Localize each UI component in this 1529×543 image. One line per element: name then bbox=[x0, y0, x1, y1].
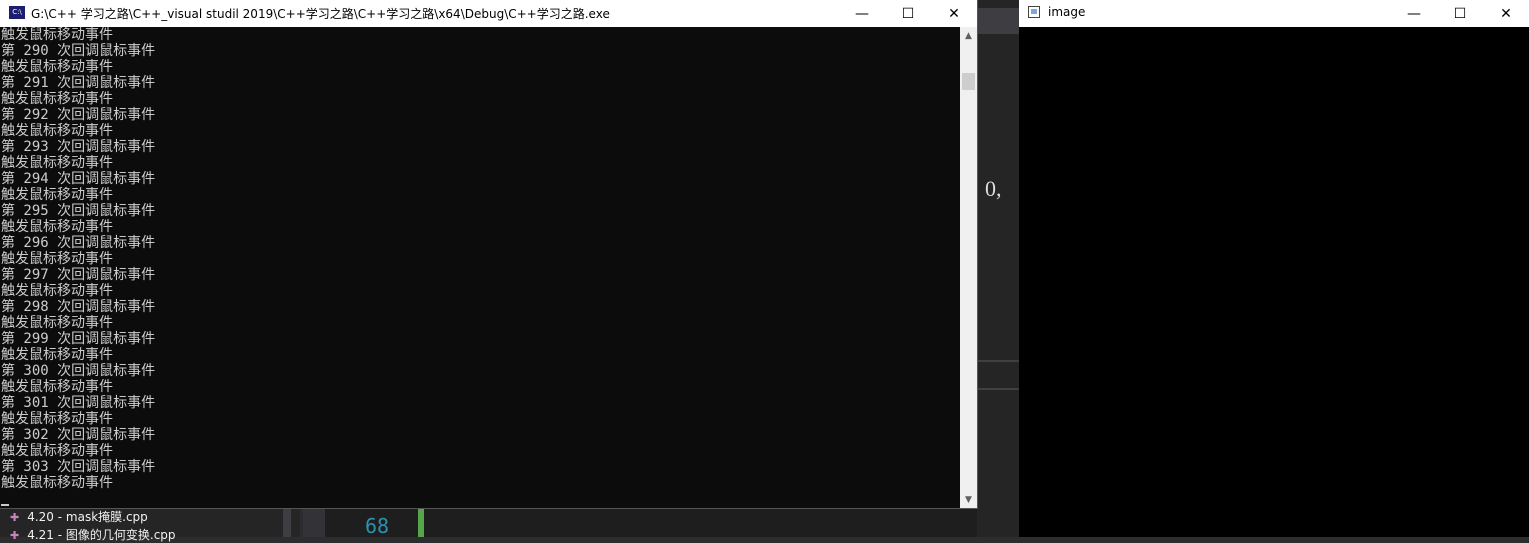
console-line: 第 293 次回调鼠标事件 bbox=[1, 139, 156, 155]
console-title: G:\C++ 学习之路\C++_visual studil 2019\C++学习… bbox=[31, 7, 610, 21]
solution-item-label: 4.21 - 图像的几何变换.cpp bbox=[27, 528, 176, 542]
console-output[interactable]: 触发鼠标移动事件第 290 次回调鼠标事件 触发鼠标移动事件第 291 次回调鼠标… bbox=[0, 27, 960, 508]
ide-background-strip bbox=[977, 0, 1019, 537]
console-line: 第 294 次回调鼠标事件 bbox=[1, 171, 156, 187]
console-line: 触发鼠标移动事件 bbox=[1, 443, 113, 459]
console-line: 触发鼠标移动事件 bbox=[1, 123, 113, 139]
console-line: 第 291 次回调鼠标事件 bbox=[1, 75, 156, 91]
image-window[interactable]: image — ☐ ✕ bbox=[1019, 0, 1529, 537]
console-app-icon[interactable]: C:\ bbox=[9, 6, 25, 19]
console-line: 触发鼠标移动事件 bbox=[1, 27, 113, 43]
scroll-thumb[interactable] bbox=[962, 73, 975, 90]
console-line: 触发鼠标移动事件 bbox=[1, 219, 113, 235]
console-line: 触发鼠标移动事件 bbox=[1, 379, 113, 395]
console-line: 触发鼠标移动事件 bbox=[1, 187, 113, 203]
solution-explorer: ✚ 4.20 - mask掩膜.cpp ✚ 4.21 - 图像的几何变换.cpp bbox=[0, 508, 300, 542]
ide-code-fragment: 0, bbox=[985, 176, 1002, 201]
console-line: 触发鼠标移动事件 bbox=[1, 155, 113, 171]
console-line: 第 301 次回调鼠标事件 bbox=[1, 395, 156, 411]
text-cursor bbox=[1, 504, 9, 506]
minimize-button[interactable]: — bbox=[1391, 0, 1437, 27]
solution-scrollbar[interactable] bbox=[283, 508, 291, 537]
cpp-file-icon: ✚ bbox=[10, 511, 20, 524]
solution-item[interactable]: ✚ 4.20 - mask掩膜.cpp bbox=[10, 508, 148, 525]
console-line: 触发鼠标移动事件 bbox=[1, 59, 113, 75]
console-line: 第 296 次回调鼠标事件 bbox=[1, 235, 156, 251]
change-indicator bbox=[418, 508, 424, 537]
console-line: 第 298 次回调鼠标事件 bbox=[1, 299, 156, 315]
image-titlebar[interactable]: image — ☐ ✕ bbox=[1019, 0, 1529, 27]
console-line: 触发鼠标移动事件 bbox=[1, 251, 113, 267]
console-line: 第 297 次回调鼠标事件 bbox=[1, 267, 156, 283]
console-line: 触发鼠标移动事件 bbox=[1, 411, 113, 427]
close-button[interactable]: ✕ bbox=[1483, 0, 1529, 27]
console-line: 第 290 次回调鼠标事件 bbox=[1, 43, 156, 59]
console-window: C:\ G:\C++ 学习之路\C++_visual studil 2019\C… bbox=[0, 0, 977, 508]
solution-item-label: 4.20 - mask掩膜.cpp bbox=[27, 510, 148, 524]
line-number: 68 bbox=[365, 514, 390, 538]
ide-tab-strip bbox=[977, 8, 1019, 34]
console-line: 第 300 次回调鼠标事件 bbox=[1, 363, 156, 379]
console-line: 触发鼠标移动事件 bbox=[1, 283, 113, 299]
console-line: 第 302 次回调鼠标事件 bbox=[1, 427, 156, 443]
scroll-down-arrow-icon[interactable]: ▼ bbox=[960, 491, 977, 508]
minimize-button[interactable]: — bbox=[839, 0, 885, 27]
console-line: 触发鼠标移动事件 bbox=[1, 475, 113, 491]
divider bbox=[977, 388, 1019, 390]
close-button[interactable]: ✕ bbox=[931, 0, 977, 27]
maximize-button[interactable]: ☐ bbox=[885, 0, 931, 27]
console-titlebar[interactable]: C:\ G:\C++ 学习之路\C++_visual studil 2019\C… bbox=[0, 0, 977, 27]
console-line: 触发鼠标移动事件 bbox=[1, 315, 113, 331]
console-line: 第 292 次回调鼠标事件 bbox=[1, 107, 156, 123]
console-line: 第 303 次回调鼠标事件 bbox=[1, 459, 156, 475]
editor-margin bbox=[303, 508, 325, 537]
cpp-file-icon: ✚ bbox=[10, 529, 20, 542]
console-line: 触发鼠标移动事件 bbox=[1, 91, 113, 107]
divider bbox=[977, 360, 1019, 362]
solution-item[interactable]: ✚ 4.21 - 图像的几何变换.cpp bbox=[10, 526, 176, 543]
console-scrollbar[interactable]: ▲ ▼ bbox=[960, 27, 977, 508]
console-line: 触发鼠标移动事件 bbox=[1, 347, 113, 363]
console-line: 第 299 次回调鼠标事件 bbox=[1, 331, 156, 347]
console-line: 第 295 次回调鼠标事件 bbox=[1, 203, 156, 219]
image-window-title: image bbox=[1048, 5, 1086, 19]
image-window-icon[interactable] bbox=[1028, 6, 1040, 18]
scroll-up-arrow-icon[interactable]: ▲ bbox=[960, 27, 977, 44]
maximize-button[interactable]: ☐ bbox=[1437, 0, 1483, 27]
